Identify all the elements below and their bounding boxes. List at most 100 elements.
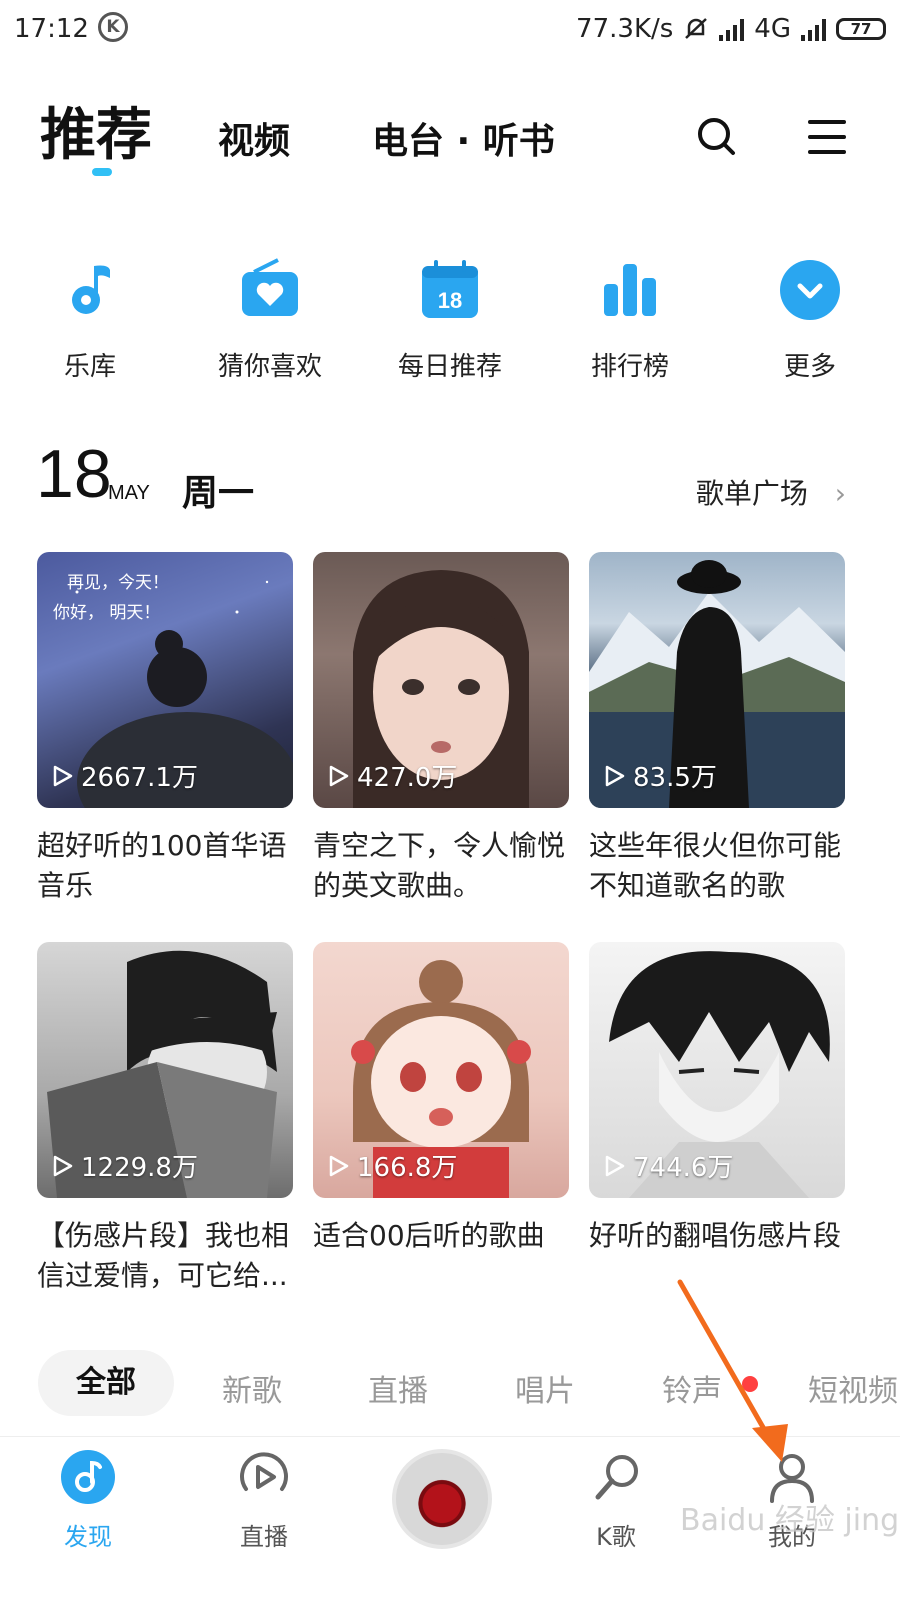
- play-count-value: 1229.8万: [81, 1153, 198, 1183]
- playlist-plaza-link[interactable]: 歌单广场 ›: [696, 472, 846, 512]
- shortcut-row: 乐库 猜你喜欢 18 每日推荐 排行榜 更多: [0, 258, 900, 388]
- shortcut-more[interactable]: 更多: [720, 258, 900, 388]
- category-short-video[interactable]: 短视频: [808, 1366, 900, 1410]
- play-icon: [605, 765, 625, 786]
- category-all[interactable]: 全部: [38, 1350, 174, 1416]
- playlist-title: 适合00后听的歌曲: [313, 1219, 545, 1252]
- shortcut-label: 每日推荐: [397, 352, 502, 382]
- playlist-cover: 1229.8万: [37, 942, 293, 1198]
- chevron-down-icon: [780, 260, 840, 320]
- mute-bell-icon: [685, 18, 708, 39]
- tab-active-indicator: [92, 168, 112, 176]
- play-count: 2667.1万: [53, 757, 198, 794]
- playlist-card[interactable]: 744.6万 好听的翻唱伤感片段: [589, 942, 845, 1256]
- playlist-cover: 83.5万: [589, 552, 845, 808]
- status-time: 17:12: [14, 14, 89, 44]
- tab-video[interactable]: 视频: [218, 112, 290, 164]
- date-weekday: 周一: [182, 473, 255, 514]
- top-nav: 推荐 视频 电台 · 听书: [0, 80, 900, 190]
- music-note-icon: [72, 265, 110, 314]
- net-speed: 77.3K/s: [576, 14, 674, 44]
- tab-recommend[interactable]: 推荐: [40, 90, 152, 171]
- signal-icon-2: [801, 17, 826, 41]
- play-count-value: 83.5万: [633, 763, 717, 793]
- shortcut-charts[interactable]: 排行榜: [540, 258, 720, 388]
- play-icon: [53, 1155, 73, 1176]
- bar-chart-icon: [604, 264, 656, 316]
- playlist-card[interactable]: 1229.8万 【伤感片段】我也相信过爱情，可它给...: [37, 942, 293, 1296]
- category-album[interactable]: 唱片: [515, 1366, 575, 1410]
- playlist-card[interactable]: 427.0万 青空之下，令人愉悦的英文歌曲。: [313, 552, 569, 906]
- play-count: 83.5万: [605, 757, 717, 794]
- cover-caption-2: 你好， 明天！: [53, 603, 161, 623]
- play-count-value: 744.6万: [633, 1153, 734, 1183]
- shortcut-daily-recommend[interactable]: 18 每日推荐: [360, 258, 540, 388]
- playlist-cover: 再见，今天！ 你好， 明天！ 2667.1万: [37, 552, 293, 808]
- category-new-songs[interactable]: 新歌: [222, 1366, 282, 1410]
- play-count-value: 166.8万: [357, 1153, 458, 1183]
- shortcut-label: 排行榜: [590, 352, 669, 382]
- shortcut-guess-you-like[interactable]: 猜你喜欢: [180, 258, 360, 388]
- network-type: 4G: [754, 14, 791, 44]
- shortcut-label: 猜你喜欢: [217, 352, 322, 382]
- shortcut-label: 更多: [783, 352, 836, 382]
- play-count-value: 427.0万: [357, 763, 458, 793]
- play-icon: [329, 765, 349, 786]
- tab-radio-audiobook[interactable]: 电台 · 听书: [372, 112, 555, 164]
- live-play-icon: [240, 1452, 288, 1491]
- shortcut-label: 乐库: [63, 352, 116, 382]
- category-live[interactable]: 直播: [368, 1366, 428, 1410]
- nav-label: 直播: [240, 1523, 288, 1551]
- play-count: 427.0万: [329, 757, 457, 794]
- playlist-title: 好听的翻唱伤感片段: [589, 1219, 842, 1252]
- playlist-title: 【伤感片段】我也相信过爱情，可它给...: [37, 1219, 290, 1292]
- now-playing-disc[interactable]: [392, 1449, 492, 1549]
- status-bar: 17:12 K 77.3K/s 4G 77: [0, 0, 900, 62]
- nav-discover[interactable]: 发现: [28, 1449, 148, 1552]
- date-month: MAY: [108, 482, 150, 504]
- date-day: 18: [36, 436, 112, 512]
- date-header: 18 MAY 周一 歌单广场 ›: [36, 438, 866, 518]
- nav-live[interactable]: 直播: [204, 1449, 324, 1552]
- notification-dot: [742, 1376, 758, 1392]
- calendar-badge: 18: [438, 288, 462, 313]
- nav-label: 发现: [64, 1523, 112, 1551]
- playlist-title: 青空之下，令人愉悦的英文歌曲。: [313, 829, 566, 902]
- chevron-right-icon: ›: [834, 477, 846, 510]
- playlist-card[interactable]: 再见，今天！ 你好， 明天！ 2667.1万 超好听的100首华语音乐: [37, 552, 293, 906]
- status-right: 77.3K/s 4G 77: [576, 14, 886, 44]
- signal-icon: [719, 17, 745, 41]
- playlist-title: 超好听的100首华语音乐: [37, 829, 287, 902]
- play-count: 1229.8万: [53, 1147, 198, 1184]
- playlist-cover: 427.0万: [313, 552, 569, 808]
- search-icon[interactable]: [696, 116, 736, 156]
- discover-icon: [61, 1450, 115, 1504]
- battery-icon: 77: [836, 18, 886, 40]
- play-count-value: 2667.1万: [81, 763, 198, 793]
- nav-mine[interactable]: 我的: [732, 1449, 852, 1552]
- bottom-nav: 发现 直播 K歌 我的: [0, 1436, 900, 1601]
- playlist-cover: 744.6万: [589, 942, 845, 1198]
- playlist-card[interactable]: 83.5万 这些年很火但你可能不知道歌名的歌: [589, 552, 845, 906]
- play-icon: [605, 1155, 625, 1176]
- profile-icon: [770, 1454, 814, 1503]
- playlist-card[interactable]: 166.8万 适合00后听的歌曲: [313, 942, 569, 1256]
- play-icon: [329, 1155, 349, 1176]
- cover-caption-1: 再见，今天！: [67, 573, 169, 593]
- microphone-icon: [595, 1455, 638, 1500]
- nav-label: 我的: [768, 1523, 816, 1551]
- nav-ksong[interactable]: K歌: [556, 1449, 676, 1552]
- k-app-icon: K: [98, 12, 128, 42]
- play-count: 744.6万: [605, 1147, 733, 1184]
- category-tabs: 全部 新歌 直播 唱片 铃声 短视频: [0, 1350, 900, 1422]
- nav-label: K歌: [596, 1523, 636, 1551]
- shortcut-music-library[interactable]: 乐库: [0, 258, 180, 388]
- playlist-title: 这些年很火但你可能不知道歌名的歌: [589, 829, 842, 902]
- calendar-icon: 18: [422, 260, 478, 318]
- category-ringtone[interactable]: 铃声: [662, 1366, 722, 1410]
- playlist-plaza-label: 歌单广场: [695, 477, 808, 510]
- play-count: 166.8万: [329, 1147, 457, 1184]
- playlist-cover: 166.8万: [313, 942, 569, 1198]
- menu-icon[interactable]: [808, 120, 846, 156]
- play-icon: [53, 765, 73, 786]
